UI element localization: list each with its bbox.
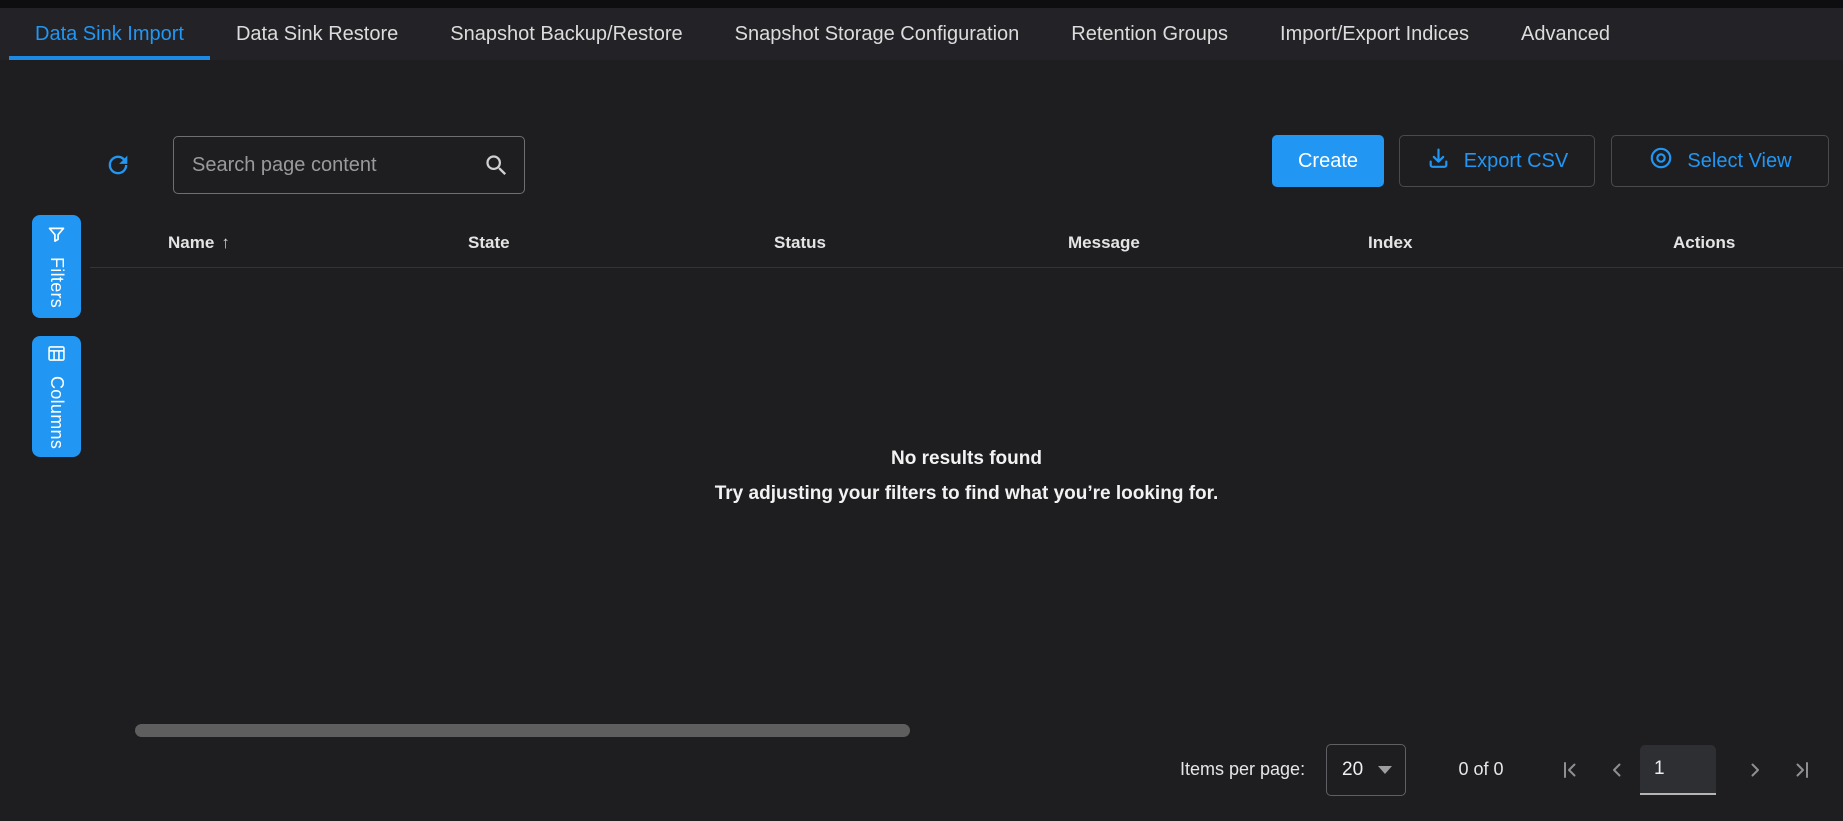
next-page-button[interactable] [1741, 756, 1769, 784]
column-header-name-label: Name [168, 233, 214, 253]
download-icon [1426, 146, 1451, 177]
refresh-button[interactable] [104, 151, 132, 179]
refresh-icon [104, 167, 132, 182]
empty-state-title: No results found [90, 448, 1843, 470]
create-button-label: Create [1298, 150, 1358, 173]
filters-panel-button[interactable]: Filters [32, 215, 81, 318]
page-number-field [1640, 745, 1716, 795]
column-header-message[interactable]: Message [1068, 233, 1368, 253]
filters-button-label: Filters [46, 257, 67, 308]
table-header-row: Name ↑ State Status Message Index Action… [90, 218, 1843, 268]
eye-icon [1648, 145, 1674, 177]
window-top-strip [0, 0, 1843, 8]
search-input[interactable] [174, 154, 524, 177]
empty-state-subtitle: Try adjusting your filters to find what … [90, 483, 1843, 505]
chevron-left-icon [1605, 770, 1629, 785]
export-csv-label: Export CSV [1464, 150, 1568, 173]
first-page-button[interactable] [1556, 756, 1584, 784]
columns-button-label: Columns [46, 376, 67, 449]
select-view-label: Select View [1687, 150, 1791, 173]
column-header-status[interactable]: Status [774, 233, 1068, 253]
tab-data-sink-import[interactable]: Data Sink Import [9, 8, 210, 60]
first-page-icon [1558, 770, 1582, 785]
search-box [173, 136, 525, 194]
column-header-state[interactable]: State [468, 233, 774, 253]
pagination-range-label: 0 of 0 [1426, 759, 1536, 780]
tab-data-sink-restore[interactable]: Data Sink Restore [210, 8, 424, 60]
triangle-down-icon [1378, 766, 1392, 774]
horizontal-scrollbar-thumb[interactable] [135, 724, 910, 737]
last-page-button[interactable] [1788, 756, 1816, 784]
tab-snapshot-backup-restore[interactable]: Snapshot Backup/Restore [424, 8, 708, 60]
tab-retention-groups[interactable]: Retention Groups [1045, 8, 1254, 60]
chevron-right-icon [1743, 770, 1767, 785]
items-per-page-value: 20 [1327, 759, 1378, 781]
page-number-input[interactable] [1640, 745, 1716, 793]
sort-ascending-icon: ↑ [221, 233, 230, 253]
export-csv-button[interactable]: Export CSV [1399, 135, 1595, 187]
tab-advanced[interactable]: Advanced [1495, 8, 1636, 60]
column-header-index[interactable]: Index [1368, 233, 1673, 253]
filter-icon [46, 224, 67, 248]
column-header-actions: Actions [1673, 233, 1843, 253]
tab-import-export-indices[interactable]: Import/Export Indices [1254, 8, 1495, 60]
tab-bar: Data Sink Import Data Sink Restore Snaps… [0, 8, 1843, 60]
previous-page-button[interactable] [1603, 756, 1631, 784]
tab-snapshot-storage-configuration[interactable]: Snapshot Storage Configuration [709, 8, 1046, 60]
last-page-icon [1790, 770, 1814, 785]
select-view-button[interactable]: Select View [1611, 135, 1829, 187]
empty-state: No results found Try adjusting your filt… [90, 448, 1843, 505]
create-button[interactable]: Create [1272, 135, 1384, 187]
column-header-name[interactable]: Name ↑ [168, 233, 468, 253]
columns-panel-button[interactable]: Columns [32, 336, 81, 457]
items-per-page-select[interactable]: 20 [1326, 744, 1406, 796]
columns-icon [46, 343, 67, 367]
items-per-page-label: Items per page: [1180, 759, 1305, 780]
search-icon [483, 152, 510, 179]
